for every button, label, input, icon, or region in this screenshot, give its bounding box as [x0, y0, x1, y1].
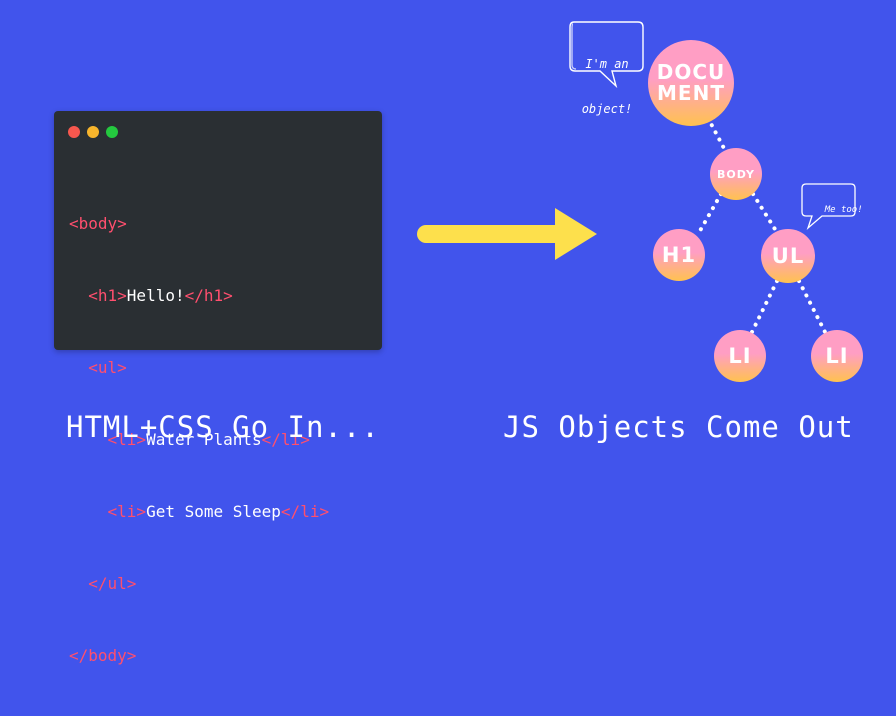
body-node: BODY — [710, 148, 762, 200]
document-node: DOCU MENT — [648, 40, 734, 126]
code-tag: <li> — [107, 502, 147, 521]
h1-node: H1 — [653, 229, 705, 281]
code-tag: </li> — [280, 502, 330, 521]
bubble-line: I'm an — [585, 57, 629, 71]
li-node-left-label: LI — [728, 344, 752, 368]
li-node-right: LI — [811, 330, 863, 382]
connector-line — [797, 279, 827, 334]
body-node-label: BODY — [716, 167, 756, 181]
li-node-left: LI — [714, 330, 766, 382]
ul-bubble-text: Me too! — [803, 194, 863, 228]
h1-node-label: H1 — [661, 243, 697, 267]
connector-line — [695, 192, 723, 238]
ul-node-label: UL — [771, 244, 805, 268]
code-tag: </body> — [69, 646, 137, 665]
ul-node: UL — [761, 229, 815, 283]
code-tag: </ul> — [88, 574, 137, 593]
connector-line — [706, 116, 729, 156]
document-bubble-text: I'm an object! — [574, 27, 640, 147]
dom-tree-connectors — [569, 21, 856, 334]
bubble-line: Me too! — [824, 205, 863, 216]
li-node-right-label: LI — [825, 344, 849, 368]
document-node-label-2: MENT — [657, 81, 725, 105]
connector-line — [751, 192, 780, 236]
bubble-line: object! — [581, 102, 633, 116]
caption-left: HTML+CSS Go In... — [66, 410, 380, 444]
code-line: </ul> — [69, 572, 329, 596]
document-node-label-1: DOCU — [656, 60, 726, 84]
connector-line — [750, 279, 779, 334]
caption-right: JS Objects Come Out — [503, 410, 854, 444]
slide-canvas: <body> <h1>Hello!</h1> <ul> <li>Water Pl… — [0, 0, 896, 665]
code-text: Get Some Sleep — [146, 502, 281, 521]
code-line: </body> — [69, 644, 329, 668]
code-line: <li>Get Some Sleep</li> — [69, 500, 330, 524]
